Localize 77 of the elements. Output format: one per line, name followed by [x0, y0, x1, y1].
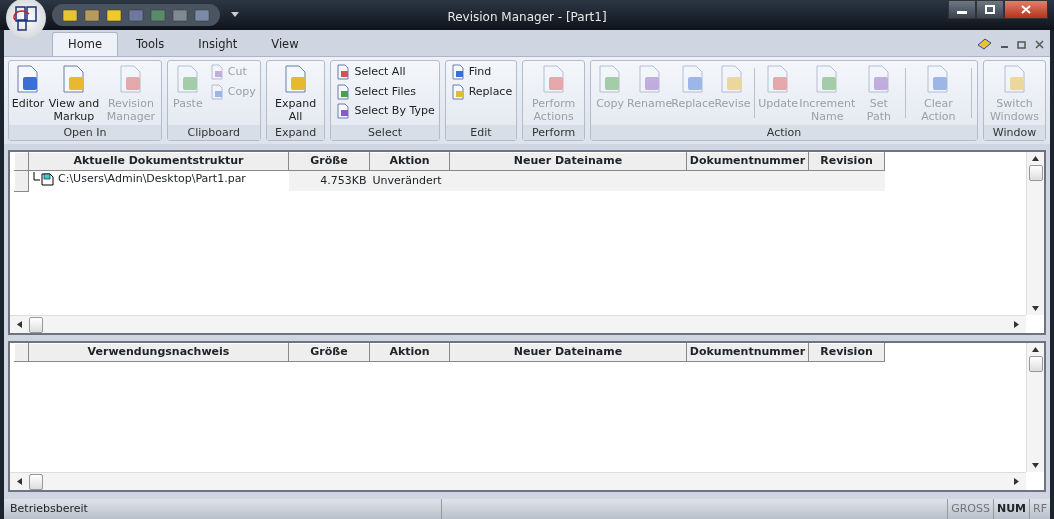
group-label: Window	[984, 125, 1045, 140]
status-indicator: RF	[1029, 499, 1050, 519]
row-header[interactable]	[14, 170, 29, 192]
group-label: Select	[331, 125, 439, 140]
ribbon-button[interactable]: Select All	[333, 64, 437, 81]
scroll-left-icon[interactable]	[16, 321, 23, 328]
close-icon[interactable]	[1035, 39, 1044, 49]
scroll-down-icon[interactable]	[1032, 462, 1039, 470]
ribbon-button[interactable]: Replace	[447, 83, 515, 100]
scroll-thumb[interactable]	[28, 473, 43, 490]
vertical-scrollbar[interactable]	[1026, 152, 1044, 315]
scroll-left-icon[interactable]	[16, 478, 23, 485]
scroll-down-icon[interactable]	[1032, 305, 1039, 313]
minimize-button[interactable]	[948, 0, 976, 19]
customize-icon[interactable]	[231, 12, 239, 18]
toolbar-icon[interactable]	[84, 8, 100, 22]
column-header[interactable]: Dokumentnummer	[686, 343, 809, 361]
column-header[interactable]: Dokumentnummer	[686, 152, 809, 170]
scroll-up-icon[interactable]	[1032, 345, 1039, 353]
ribbon-button[interactable]: Select By Type	[333, 103, 437, 120]
ribbon-button[interactable]: View and Markup	[46, 62, 102, 124]
column-header[interactable]: Neuer Dateiname	[449, 343, 687, 361]
column-header[interactable]: Neuer Dateiname	[449, 152, 687, 170]
column-header[interactable]: Revision	[808, 343, 885, 361]
column-header[interactable]: Aktion	[369, 343, 450, 361]
column-header[interactable]: Verwendungsnachweis	[28, 343, 289, 361]
file-path: C:\Users\Admin\Desktop\Part1.par	[58, 170, 246, 187]
horizontal-scrollbar[interactable]	[10, 315, 1026, 333]
document-icon	[208, 64, 225, 81]
column-header[interactable]: Größe	[288, 343, 370, 361]
window-title: Revision Manager - [Part1]	[447, 10, 607, 24]
ribbon-button[interactable]: Select Files	[333, 83, 437, 100]
scroll-right-icon[interactable]	[1013, 321, 1020, 328]
help-icon[interactable]	[976, 38, 992, 50]
scroll-right-icon[interactable]	[1013, 478, 1020, 485]
horizontal-scrollbar[interactable]	[10, 472, 1026, 490]
document-icon	[335, 103, 352, 120]
ribbon-tab[interactable]: Home	[52, 31, 118, 56]
group-label: Clipboard	[167, 125, 260, 140]
document-icon	[208, 83, 225, 100]
status-indicator: NUM	[992, 499, 1029, 519]
group-label: Action	[591, 125, 978, 140]
group-label: Edit	[445, 125, 517, 140]
group-label: Perform	[523, 125, 585, 140]
column-header[interactable]: Aktion	[369, 152, 450, 170]
restore-icon[interactable]	[1017, 39, 1027, 49]
ribbon-tab[interactable]: Insight	[182, 31, 254, 56]
group-label: Open In	[9, 125, 161, 140]
scroll-thumb[interactable]	[1028, 355, 1043, 372]
close-icon	[1021, 5, 1031, 14]
group-label: Expand	[266, 125, 325, 140]
document-icon	[335, 83, 352, 100]
column-header[interactable]: Aktuelle Dokumentstruktur	[28, 152, 289, 170]
toolbar-icon[interactable]	[194, 8, 210, 22]
ribbon-button[interactable]: Editor	[11, 62, 45, 124]
application-button[interactable]	[6, 0, 46, 38]
status-indicator: GROSS	[947, 499, 993, 519]
column-header[interactable]: Revision	[808, 152, 885, 170]
ribbon-button[interactable]: Find	[447, 64, 515, 81]
document-icon	[335, 64, 352, 81]
toolbar-icon[interactable]	[62, 8, 78, 22]
scroll-thumb[interactable]	[28, 316, 43, 333]
column-header[interactable]: Größe	[288, 152, 370, 170]
scroll-thumb[interactable]	[1028, 164, 1043, 181]
maximize-icon	[985, 5, 995, 14]
toolbar-icon[interactable]	[106, 8, 122, 22]
ribbon-tab[interactable]: View	[255, 31, 315, 56]
maximize-button[interactable]	[976, 0, 1004, 19]
scroll-up-icon[interactable]	[1032, 154, 1039, 162]
ribbon-button[interactable]: Expand All	[268, 62, 323, 124]
document-icon	[449, 83, 466, 100]
close-button[interactable]	[1004, 0, 1048, 19]
document-icon	[449, 64, 466, 81]
vertical-scrollbar[interactable]	[1026, 343, 1044, 472]
ribbon-tab[interactable]: Tools	[119, 31, 181, 56]
status-text: Betriebsbereit	[4, 499, 442, 519]
toolbar-icon[interactable]	[172, 8, 188, 22]
